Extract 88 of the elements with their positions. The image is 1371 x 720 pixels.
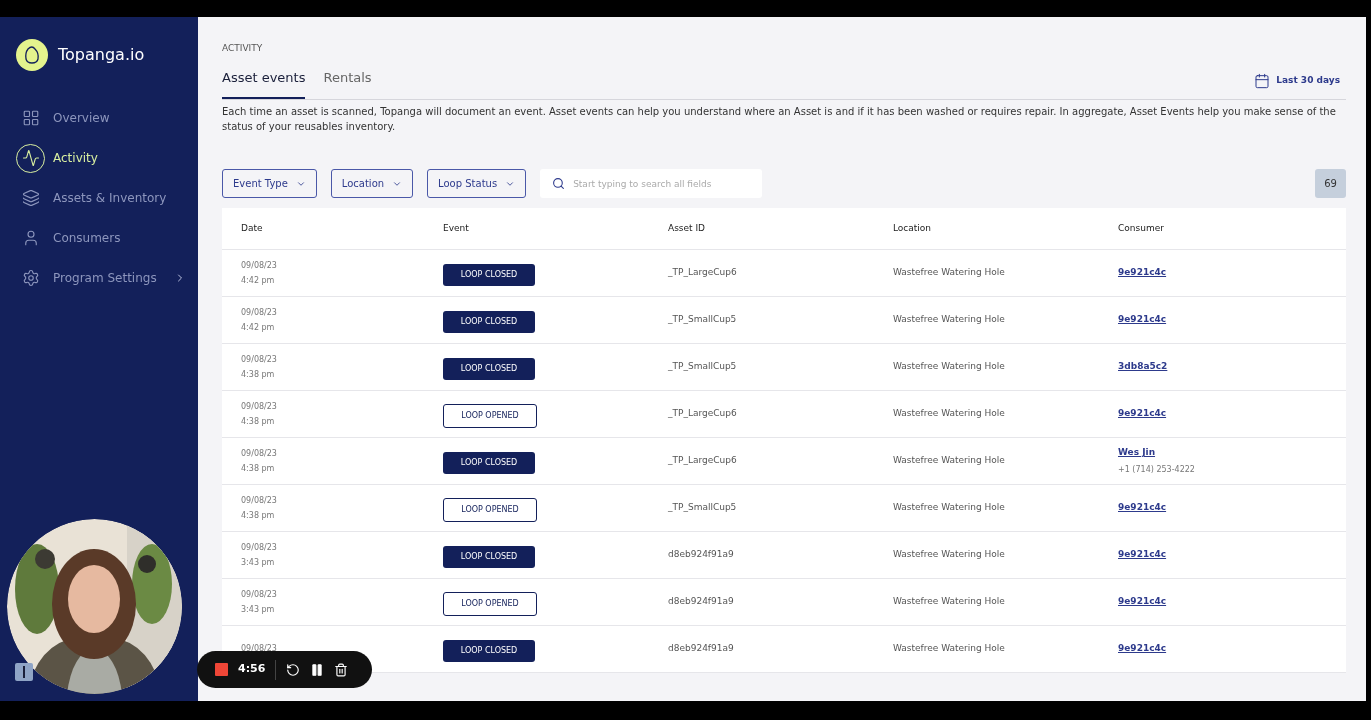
calendar-icon	[1254, 73, 1271, 89]
sidebar-item[interactable]: Overview	[0, 103, 198, 133]
time-text: 4:38 pm	[241, 462, 276, 475]
event-badge: LOOP CLOSED	[443, 358, 535, 380]
consumer-link[interactable]: 9e921c4c	[1118, 595, 1346, 609]
sidebar-item[interactable]: Activity	[0, 143, 198, 173]
consumer-link[interactable]: 9e921c4c	[1118, 642, 1346, 656]
restart-icon[interactable]	[286, 662, 301, 677]
sidebar-label: Activity	[53, 150, 99, 167]
asset-id: d8eb924f91a9	[668, 595, 735, 609]
date-text: 09/08/23	[241, 306, 278, 319]
location-text: Wastefree Watering Hole	[893, 642, 1006, 656]
sidebar-label: Overview	[53, 110, 111, 127]
filter-dropdown[interactable]: Location	[330, 169, 414, 198]
location-text: Wastefree Watering Hole	[893, 266, 1006, 280]
app-icon	[15, 663, 33, 681]
phone-text: +1 (714) 253-4222	[1118, 463, 1196, 476]
event-badge: LOOP OPENED	[443, 497, 537, 522]
sidebar-item[interactable]: Program Settings	[0, 263, 198, 293]
location-text: Wastefree Watering Hole	[893, 360, 1006, 374]
filter-dropdown[interactable]: Event Type	[222, 169, 317, 198]
event-badge: LOOP CLOSED	[443, 546, 535, 568]
description: Each time an asset is scanned, Topanga will document an event. Asset events can help you understand where an Asset is and if it has been washed or requires repair. In aggregate, Asset Events help you make sense of the status of your reusables inventory.	[222, 105, 1337, 134]
event-badge: LOOP CLOSED	[443, 640, 535, 662]
date-text: 09/08/23	[241, 643, 278, 655]
consumer-link[interactable]: 9e921c4c	[1118, 313, 1346, 327]
logo-icon	[16, 39, 48, 71]
column-header: Location	[893, 221, 933, 235]
location-text: Wastefree Watering Hole	[893, 454, 1006, 468]
consumer-link[interactable]: 9e921c4c	[1118, 548, 1346, 562]
sidebar-label: Program Settings	[53, 270, 158, 287]
column-header: Consumer	[1118, 221, 1165, 235]
sidebar-label: Consumers	[53, 230, 122, 247]
search-field[interactable]: Start typing to search all fields	[540, 169, 763, 198]
count-badge: 69	[1315, 169, 1346, 198]
consumer-link[interactable]: 3db8a5c2	[1118, 360, 1346, 374]
date-text: 09/08/23	[241, 541, 278, 554]
time-text: 4:38 pm	[241, 509, 276, 522]
date-text: 09/08/23	[241, 588, 278, 601]
consumer-link[interactable]: 9e921c4c	[1118, 266, 1346, 280]
asset-id: _TP_LargeCup6	[668, 454, 738, 468]
consumer-link[interactable]: 9e921c4c	[1118, 501, 1346, 515]
time-text: 3:43 pm	[241, 603, 276, 616]
location-text: Wastefree Watering Hole	[893, 407, 1006, 421]
delete-icon[interactable]	[334, 662, 349, 677]
time-text: 3:43 pm	[241, 556, 276, 569]
event-badge: LOOP CLOSED	[443, 264, 535, 286]
date-range-button[interactable]: Last 30 days	[1254, 73, 1340, 99]
consumer-link[interactable]: Wes Jin	[1118, 446, 1346, 460]
event-badge: LOOP CLOSED	[443, 452, 535, 474]
tab[interactable]: Asset events	[222, 67, 306, 99]
location-text: Wastefree Watering Hole	[893, 501, 1006, 515]
date-text: 09/08/23	[241, 259, 278, 272]
location-text: Wastefree Watering Hole	[893, 313, 1006, 327]
asset-id: _TP_SmallCup5	[668, 313, 738, 327]
location-text: Wastefree Watering Hole	[893, 595, 1006, 609]
asset-id: d8eb924f91a9	[668, 548, 735, 562]
column-header: Date	[241, 221, 264, 235]
timer: 4:56	[238, 661, 266, 678]
event-badge: LOOP CLOSED	[443, 311, 535, 333]
sidebar-item[interactable]: Consumers	[0, 223, 198, 253]
asset-id: d8eb924f91a9	[668, 642, 735, 656]
asset-id: _TP_SmallCup5	[668, 501, 738, 515]
breadcrumb: ACTIVITY	[222, 42, 264, 55]
sidebar-item[interactable]: Assets & Inventory	[0, 183, 198, 213]
date-text: 09/08/23	[241, 353, 278, 366]
asset-id: _TP_LargeCup6	[668, 407, 738, 421]
time-text: 4:42 pm	[241, 321, 276, 334]
pause-icon[interactable]	[310, 662, 325, 677]
column-header: Event	[443, 221, 470, 235]
date-text: 09/08/23	[241, 400, 278, 413]
location-text: Wastefree Watering Hole	[893, 548, 1006, 562]
event-badge: LOOP OPENED	[443, 591, 537, 616]
consumer-link[interactable]: 9e921c4c	[1118, 407, 1346, 421]
date-text: 09/08/23	[241, 494, 278, 507]
search-icon	[552, 177, 566, 190]
asset-id: _TP_LargeCup6	[668, 266, 738, 280]
column-header: Asset ID	[668, 221, 707, 235]
sidebar-label: Assets & Inventory	[53, 190, 168, 207]
time-text: 4:38 pm	[241, 415, 276, 428]
asset-id: _TP_SmallCup5	[668, 360, 738, 374]
filter-dropdown[interactable]: Loop Status	[427, 169, 527, 198]
date-text: 09/08/23	[241, 447, 278, 460]
time-text: 4:38 pm	[241, 368, 276, 381]
event-badge: LOOP OPENED	[443, 403, 537, 428]
tab[interactable]: Rentals	[323, 67, 372, 99]
time-text: 4:42 pm	[241, 274, 276, 287]
brand-name: Topanga.io	[58, 44, 145, 66]
